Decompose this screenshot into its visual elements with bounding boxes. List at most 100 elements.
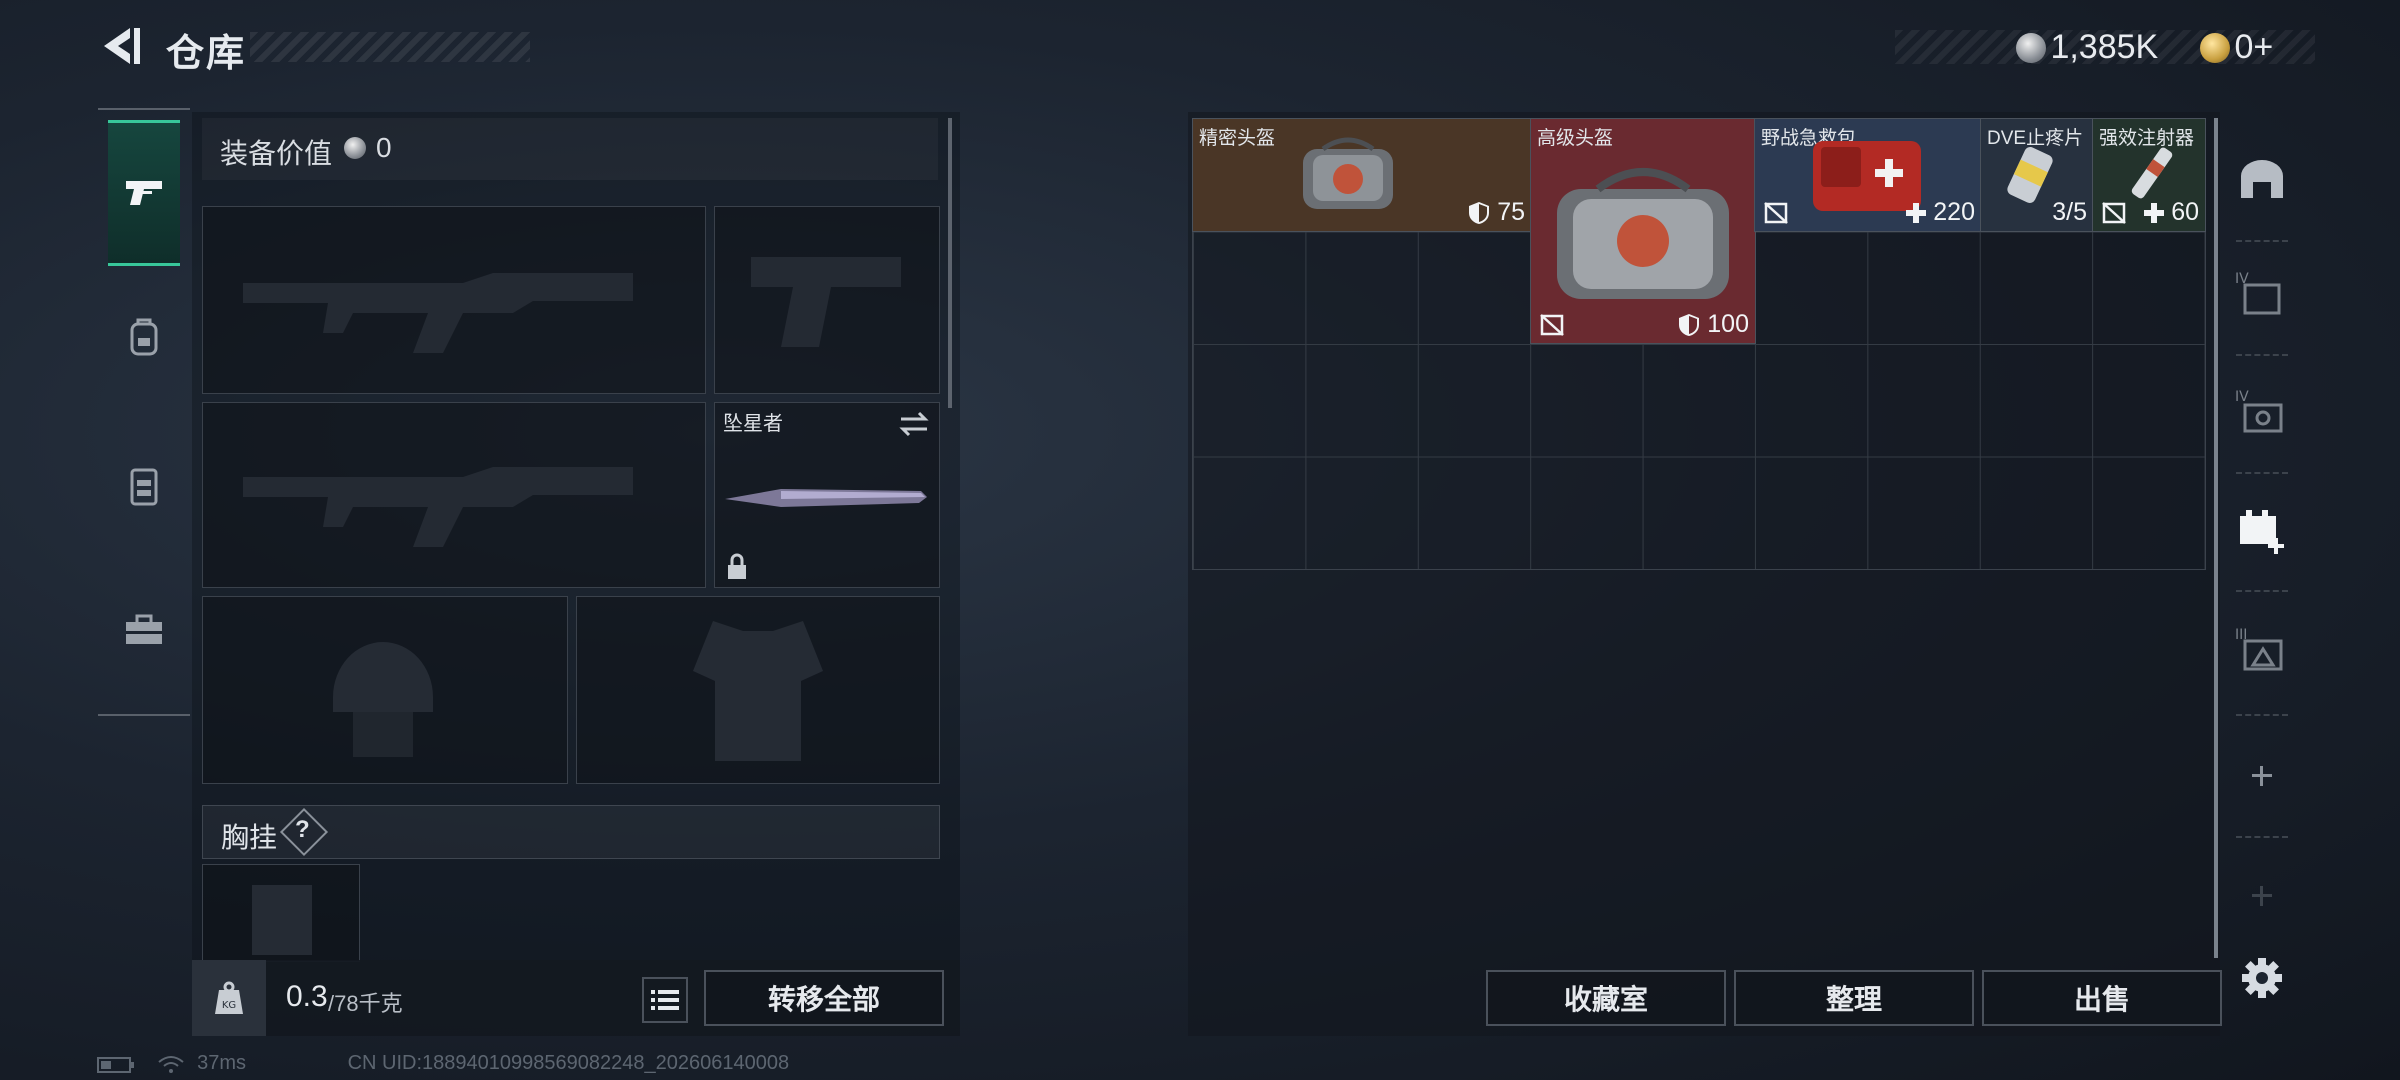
gold-currency: 0+ — [2200, 28, 2273, 67]
stash-scrollbar[interactable] — [2214, 118, 2218, 958]
settings-button[interactable] — [2230, 946, 2294, 1010]
ping-text: 37ms — [197, 1052, 247, 1074]
pistol-silhouette-icon — [751, 257, 901, 347]
back-arrow-icon — [104, 28, 140, 64]
item-precision-helmet[interactable]: 精密头盔 75 — [1192, 118, 1532, 232]
add-stash-page-button-disabled — [2230, 864, 2294, 928]
gold-coin-icon — [2200, 32, 2230, 63]
pistol-icon — [126, 181, 162, 205]
weight-bar: KG 0.3 /78千克 转移全部 — [192, 960, 960, 1036]
silver-coin-icon — [344, 137, 366, 159]
stash-category-3-items[interactable]: III — [2230, 618, 2294, 682]
item-uses: 3/5 — [2052, 198, 2087, 226]
status-bar: 37ms CN UID:18894010998569082248_2026061… — [96, 1052, 789, 1075]
folder-tier-icon: IV — [2235, 271, 2281, 315]
battery-icon — [97, 1056, 134, 1073]
chest-rig-label: 胸挂 — [221, 822, 278, 853]
item-dve-painkillers[interactable]: DVE止疼片 3/5 — [1980, 118, 2094, 232]
helmet-bag-icon — [1303, 137, 1393, 209]
melee-knife-icon — [725, 489, 927, 507]
svg-text:IV: IV — [2235, 389, 2249, 405]
tab-weapons[interactable] — [108, 120, 180, 266]
stash-home-button[interactable] — [2230, 148, 2294, 212]
rifle-silhouette-icon — [243, 273, 633, 353]
helmet-slot[interactable] — [202, 596, 568, 784]
tab-vest[interactable] — [108, 416, 180, 556]
chest-rig-header: 胸挂 ? — [202, 805, 940, 859]
weight-current: 0.3 — [286, 980, 328, 1013]
swap-icon[interactable] — [897, 409, 931, 439]
melee-name: 坠星者 — [723, 413, 783, 435]
stash-category-medical[interactable] — [2230, 498, 2294, 562]
add-icon — [2252, 766, 2272, 786]
silver-coin-icon — [2016, 32, 2046, 63]
add-icon — [2252, 886, 2272, 906]
item-name: 精密头盔 — [1199, 128, 1276, 149]
item-heal-amount: 220 — [1906, 198, 1975, 227]
plus-icon — [2144, 203, 2165, 224]
silver-currency: 1,385K — [2016, 28, 2158, 67]
item-name: 高级头盔 — [1537, 128, 1614, 149]
weight-kg-icon: KG — [215, 981, 243, 1014]
stash-home-icon — [2241, 160, 2283, 198]
helmet-bag-icon — [1557, 168, 1729, 299]
item-strong-injector[interactable]: 强效注射器 60 — [2092, 118, 2206, 232]
sell-button[interactable]: 出售 — [1982, 970, 2222, 1026]
armor-silhouette-icon — [693, 621, 823, 761]
page-title: 仓库 — [166, 33, 247, 75]
stash-category-bar: IV IV III — [2224, 118, 2300, 1038]
back-button[interactable] — [96, 22, 146, 72]
armor-slot[interactable] — [576, 596, 940, 784]
wifi-icon — [157, 1055, 184, 1073]
title-decoration — [250, 32, 530, 62]
gold-amount: 0+ — [2234, 28, 2274, 66]
tab-backpack[interactable] — [108, 268, 180, 408]
transfer-all-button[interactable]: 转移全部 — [704, 970, 944, 1026]
sort-button[interactable]: 整理 — [1734, 970, 1974, 1026]
plus-icon — [1906, 203, 1927, 224]
loadout-tab-bar — [98, 108, 190, 716]
secondary-weapon-slot[interactable] — [202, 402, 706, 588]
item-heal-amount: 60 — [2144, 198, 2199, 227]
lock-icon — [728, 553, 746, 579]
stash-category-4-documents[interactable]: IV — [2230, 262, 2294, 326]
shield-icon — [1469, 202, 1490, 225]
list-icon — [651, 990, 679, 1010]
chest-rig-silhouette-icon — [252, 885, 312, 955]
item-durability: 75 — [1468, 198, 1525, 227]
melee-slot[interactable]: 坠星者 — [714, 402, 940, 588]
collection-room-button[interactable]: 收藏室 — [1486, 970, 1726, 1026]
no-insurance-icon — [2102, 202, 2126, 224]
chest-help-mark[interactable]: ? — [295, 816, 310, 844]
item-durability: 100 — [1678, 310, 1749, 339]
svg-text:KG: KG — [222, 1000, 236, 1011]
sidearm-slot[interactable] — [714, 206, 940, 394]
shield-icon — [1679, 314, 1700, 337]
case-tier-icon: IV — [2235, 389, 2283, 433]
primary-weapon-slot[interactable] — [202, 206, 706, 394]
helmet-silhouette-icon — [333, 642, 433, 757]
backpack-icon — [130, 318, 158, 356]
chest-rig-slot[interactable] — [202, 864, 360, 962]
loadout-scrollbar[interactable] — [948, 118, 952, 408]
rifle-silhouette-icon — [243, 467, 633, 547]
equip-value-bar: 装备价值 0 — [202, 118, 938, 180]
item-advanced-helmet[interactable]: 高级头盔 100 — [1530, 118, 1756, 344]
item-field-first-aid-kit[interactable]: 野战急救包 220 — [1754, 118, 1982, 232]
no-insurance-icon — [1764, 202, 1788, 224]
gear-icon — [2242, 958, 2282, 998]
weight-icon-box: KG — [192, 960, 266, 1036]
stash-category-4-items[interactable]: IV — [2230, 380, 2294, 444]
silver-amount: 1,385K — [2050, 28, 2159, 66]
no-insurance-icon — [1540, 314, 1564, 336]
toolbox-icon — [126, 614, 162, 644]
equip-value-amount: 0 — [376, 132, 392, 163]
uid-text: CN UID:18894010998569082248_202606140008 — [347, 1052, 790, 1074]
medical-case-icon — [2240, 510, 2284, 554]
add-stash-page-button[interactable] — [2230, 744, 2294, 808]
equip-value-label: 装备价值 — [220, 138, 333, 169]
weight-max: /78千克 — [328, 991, 403, 1016]
list-view-button[interactable] — [642, 977, 688, 1023]
vest-icon — [130, 468, 158, 506]
tab-toolbox[interactable] — [108, 560, 180, 700]
